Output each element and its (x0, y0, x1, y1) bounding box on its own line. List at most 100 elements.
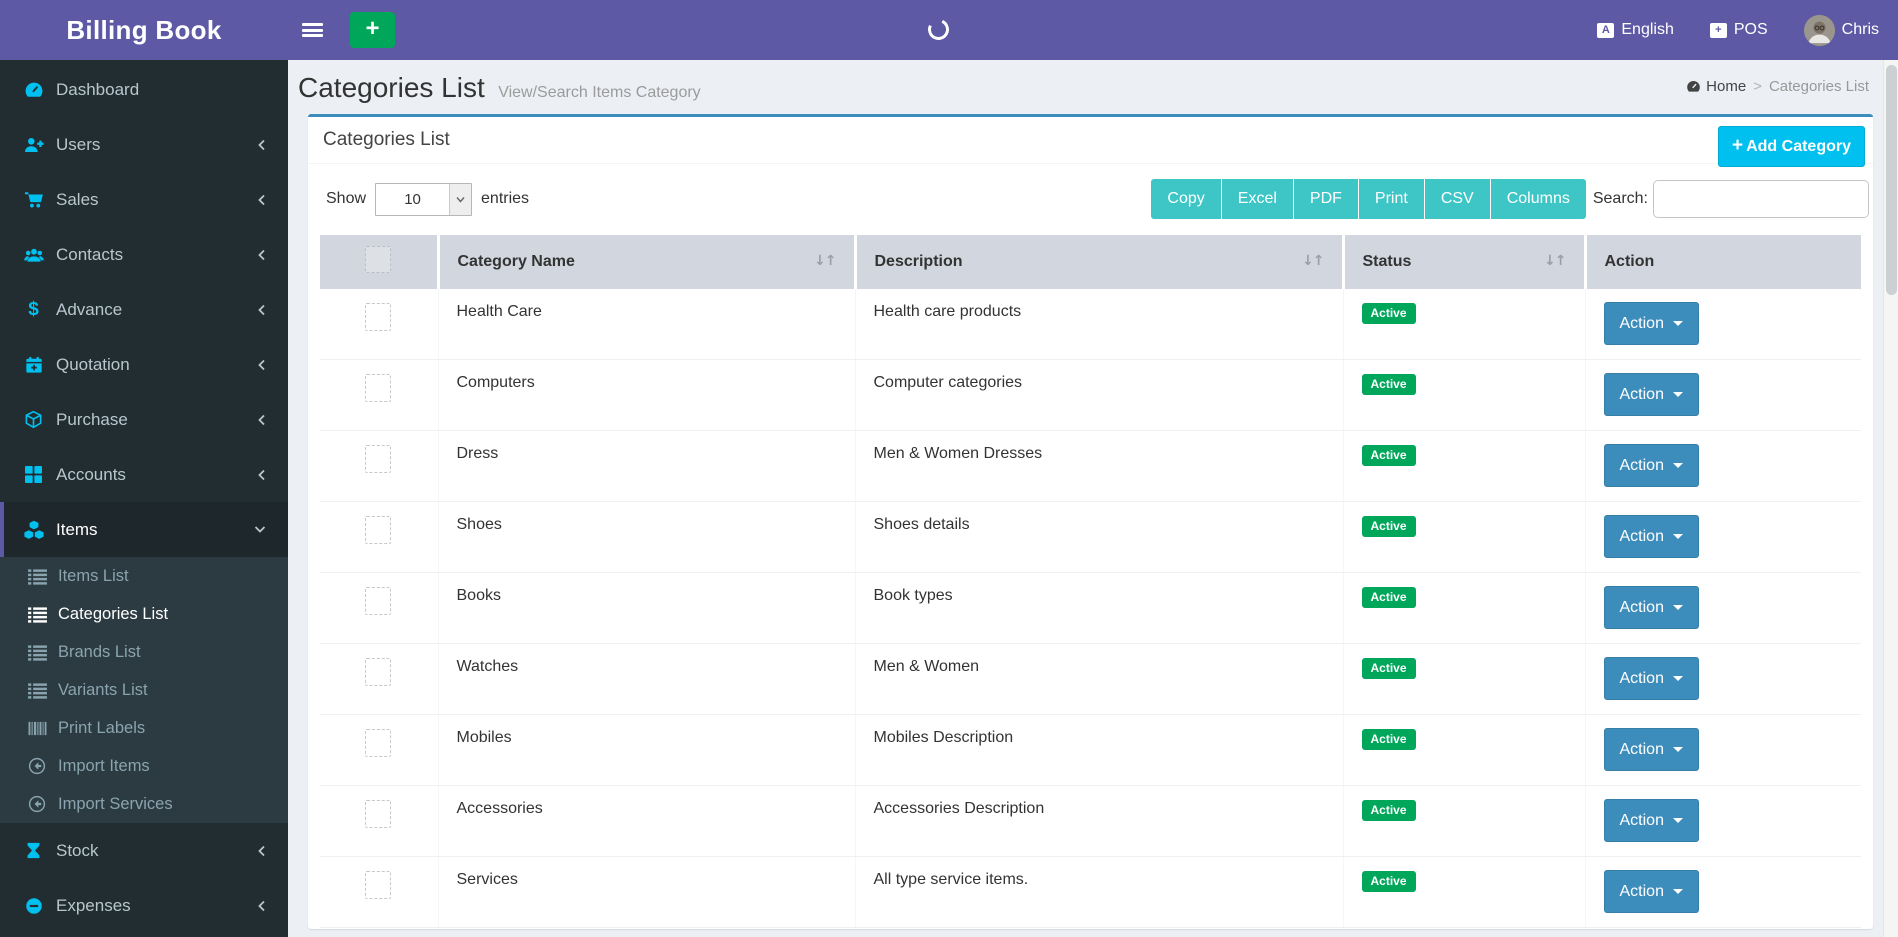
row-checkbox[interactable] (365, 374, 391, 402)
scrollbar[interactable] (1883, 0, 1898, 937)
sidebar-item-label: Advance (56, 300, 122, 320)
row-checkbox[interactable] (365, 587, 391, 615)
row-checkbox[interactable] (365, 871, 391, 899)
status-badge: Active (1362, 587, 1416, 608)
table-controls: Show 10 entries Copy Excel PDF Print CSV… (308, 164, 1873, 235)
list-icon (27, 682, 47, 699)
sidebar-subitem-items-list[interactable]: Items List (0, 557, 288, 595)
row-checkbox[interactable] (365, 729, 391, 757)
sidebar-subitem-label: Categories List (58, 605, 168, 624)
action-button[interactable]: Action (1604, 728, 1699, 771)
sidebar-subitem-categories-list[interactable]: Categories List (0, 595, 288, 633)
chevron-left-icon (257, 249, 266, 261)
column-header-category-name[interactable]: Category Name↓↑ (438, 235, 855, 289)
status-badge: Active (1362, 800, 1416, 821)
action-button[interactable]: Action (1604, 373, 1699, 416)
sidebar-subitem-import-services[interactable]: Import Services (0, 785, 288, 823)
sidebar-item-label: Users (56, 135, 100, 155)
export-button-csv[interactable]: CSV (1425, 179, 1491, 219)
select-all-header (320, 235, 438, 289)
page-length-select[interactable]: 10 (375, 183, 472, 216)
scrollbar-thumb[interactable] (1886, 65, 1897, 295)
column-header-description[interactable]: Description↓↑ (855, 235, 1343, 289)
action-button[interactable]: Action (1604, 657, 1699, 700)
breadcrumb-home-link[interactable]: Home (1686, 78, 1746, 95)
add-category-button[interactable]: + Add Category (1718, 126, 1865, 167)
row-checkbox[interactable] (365, 303, 391, 331)
list-icon (27, 568, 47, 585)
sidebar-subitem-print-labels[interactable]: Print Labels (0, 709, 288, 747)
table-row: Accessories Accessories Description Acti… (320, 786, 1861, 857)
select-all-checkbox[interactable] (365, 246, 391, 273)
sidebar-subitem-label: Import Items (58, 757, 150, 776)
sidebar: Dashboard Users Sales Contacts $ Advance… (0, 60, 288, 937)
cubes-icon (22, 520, 45, 540)
sidebar-item-purchase[interactable]: Purchase (0, 392, 288, 447)
pos-label: POS (1734, 21, 1768, 39)
category-name-cell: Watches (438, 644, 855, 715)
category-name-cell: Dress (438, 431, 855, 502)
row-checkbox[interactable] (365, 800, 391, 828)
quick-add-button[interactable]: + (350, 12, 395, 48)
table-row: Shoes Shoes details Active Action (320, 502, 1861, 573)
category-name-cell: Health Care (438, 289, 855, 360)
caret-down-icon (1673, 534, 1683, 539)
sidebar-subitem-brands-list[interactable]: Brands List (0, 633, 288, 671)
action-button[interactable]: Action (1604, 515, 1699, 558)
navbar-main: + A English + POS (288, 0, 1898, 60)
sidebar-item-stock[interactable]: Stock (0, 823, 288, 878)
chevron-left-icon (257, 414, 266, 426)
caret-down-icon (1673, 818, 1683, 823)
action-button[interactable]: Action (1604, 444, 1699, 487)
row-checkbox[interactable] (365, 445, 391, 473)
export-button-pdf[interactable]: PDF (1294, 179, 1359, 219)
action-button[interactable]: Action (1604, 799, 1699, 842)
sidebar-subitem-import-items[interactable]: Import Items (0, 747, 288, 785)
list-icon (27, 644, 47, 661)
column-header-status[interactable]: Status↓↑ (1343, 235, 1585, 289)
action-button[interactable]: Action (1604, 302, 1699, 345)
breadcrumb-current: Categories List (1769, 78, 1869, 95)
sidebar-toggle-button[interactable] (288, 0, 337, 60)
export-button-print[interactable]: Print (1359, 179, 1425, 219)
user-plus-icon (22, 136, 45, 154)
sidebar-item-expenses[interactable]: Expenses (0, 878, 288, 933)
user-menu[interactable]: Chris (1804, 15, 1879, 46)
sidebar-item-items[interactable]: Items (0, 502, 288, 557)
status-badge: Active (1362, 871, 1416, 892)
sidebar-subitem-label: Items List (58, 567, 129, 586)
chevron-left-icon (257, 194, 266, 206)
sidebar-subitem-variants-list[interactable]: Variants List (0, 671, 288, 709)
export-button-excel[interactable]: Excel (1222, 179, 1294, 219)
sidebar-item-advance[interactable]: $ Advance (0, 282, 288, 337)
username: Chris (1842, 21, 1879, 39)
export-button-copy[interactable]: Copy (1151, 179, 1221, 219)
export-button-columns[interactable]: Columns (1491, 179, 1586, 219)
row-checkbox[interactable] (365, 658, 391, 686)
search-input[interactable] (1653, 180, 1869, 218)
sidebar-item-contacts[interactable]: Contacts (0, 227, 288, 282)
panel-header: Categories List + Add Category (308, 117, 1873, 164)
action-button[interactable]: Action (1604, 586, 1699, 629)
table-row: Books Book types Active Action (320, 573, 1861, 644)
sidebar-item-label: Expenses (56, 896, 131, 916)
status-badge: Active (1362, 445, 1416, 466)
pos-button[interactable]: + POS (1710, 21, 1768, 39)
calendar-plus-icon (22, 356, 45, 374)
sidebar-item-quotation[interactable]: Quotation (0, 337, 288, 392)
app-logo[interactable]: Billing Book (0, 0, 288, 60)
category-name-cell: Electric (438, 928, 855, 930)
language-menu[interactable]: A English (1597, 21, 1673, 39)
sidebar-item-users[interactable]: Users (0, 117, 288, 172)
sidebar-item-label: Dashboard (56, 80, 139, 100)
navbar-right: A English + POS Chris (1597, 15, 1879, 46)
category-name-cell: Services (438, 857, 855, 928)
language-icon: A (1597, 23, 1614, 38)
sidebar-item-sales[interactable]: Sales (0, 172, 288, 227)
sort-icon: ↓↑ (1544, 253, 1565, 269)
sidebar-item-dashboard[interactable]: Dashboard (0, 62, 288, 117)
action-button[interactable]: Action (1604, 870, 1699, 913)
sidebar-item-accounts[interactable]: Accounts (0, 447, 288, 502)
description-cell: All type service items. (855, 857, 1343, 928)
row-checkbox[interactable] (365, 516, 391, 544)
